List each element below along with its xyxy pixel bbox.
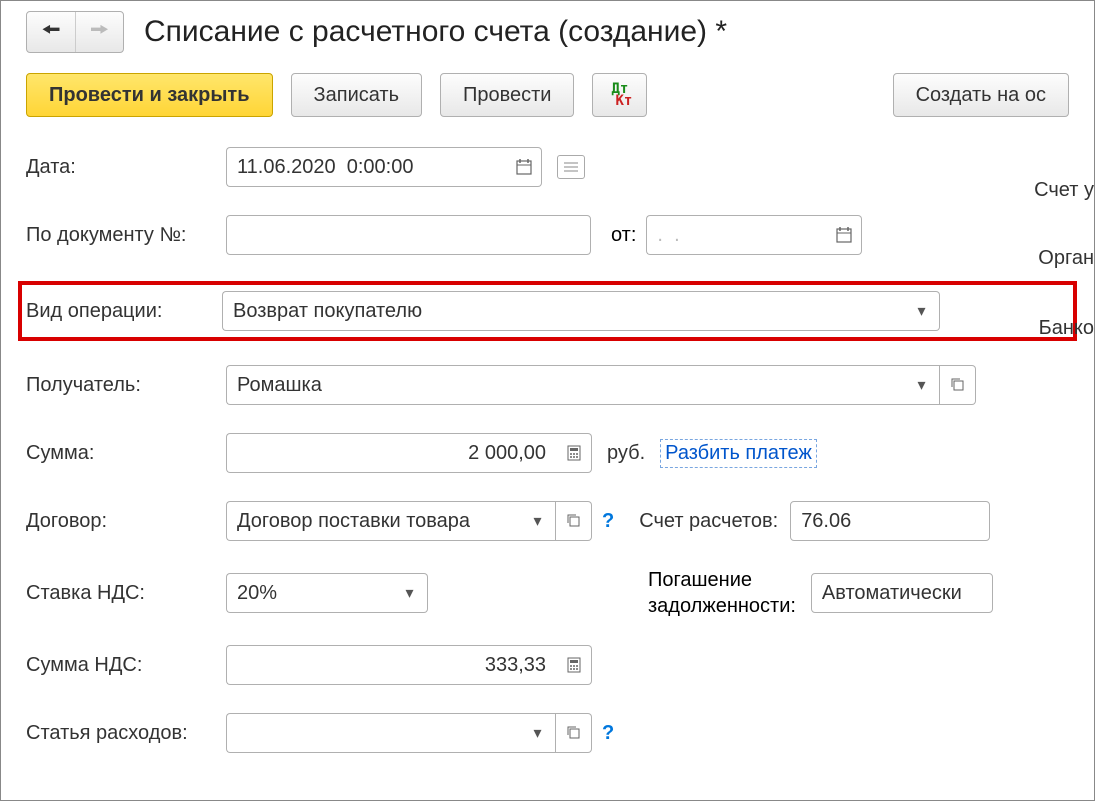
date-input[interactable] (226, 147, 506, 187)
org-label-cut: Орган (1038, 247, 1094, 270)
calendar-icon[interactable] (506, 147, 542, 187)
chevron-down-icon[interactable]: ▾ (392, 573, 428, 613)
recipient-field: ▾ (226, 365, 976, 405)
chevron-down-icon[interactable]: ▾ (904, 291, 940, 331)
vat-rate-field: ▾ (226, 573, 428, 613)
from-date-input[interactable] (646, 215, 826, 255)
open-icon[interactable] (556, 713, 592, 753)
help-icon[interactable]: ? (602, 722, 614, 745)
expense-item-row: Статья расходов: ▾ ? (26, 711, 1069, 755)
debt-repay-input[interactable] (811, 573, 993, 613)
post-button[interactable]: Провести (440, 73, 574, 117)
currency-label: руб. (607, 442, 645, 465)
split-payment-link[interactable]: Разбить платеж (660, 439, 817, 468)
settlement-acc-input[interactable] (790, 501, 990, 541)
expense-item-input[interactable] (226, 713, 520, 753)
settlement-acc-label: Счет расчетов: (639, 510, 778, 533)
account-label-cut: Счет у (1034, 179, 1094, 202)
list-icon[interactable] (557, 155, 585, 179)
contract-label: Договор: (26, 510, 226, 533)
doc-no-input[interactable] (226, 215, 591, 255)
calculator-icon[interactable] (556, 433, 592, 473)
vat-amount-input[interactable] (226, 645, 556, 685)
op-type-row: Вид операции: ▾ Банко (18, 281, 1077, 341)
op-type-label: Вид операции: (26, 300, 222, 323)
chevron-down-icon[interactable]: ▾ (904, 365, 940, 405)
expense-item-label: Статья расходов: (26, 722, 226, 745)
vat-amount-row: Сумма НДС: (26, 643, 1069, 687)
save-button[interactable]: Записать (291, 73, 422, 117)
date-label: Дата: (26, 156, 226, 179)
from-label: от: (611, 224, 636, 247)
amount-input[interactable] (226, 433, 556, 473)
post-and-close-button[interactable]: Провести и закрыть (26, 73, 273, 117)
calculator-icon[interactable] (556, 645, 592, 685)
page-title: Списание с расчетного счета (создание) * (144, 15, 727, 49)
doc-no-label: По документу №: (26, 224, 226, 247)
toolbar: Провести и закрыть Записать Провести ДтК… (1, 73, 1094, 145)
help-icon[interactable]: ? (602, 510, 614, 533)
amount-field (226, 433, 592, 473)
title-row: 🠘 🠚 Списание с расчетного счета (создани… (1, 11, 1094, 73)
forward-button[interactable]: 🠚 (75, 12, 123, 52)
op-type-input[interactable] (222, 291, 904, 331)
debt-repay-label: Погашение задолженности: (648, 567, 796, 619)
op-type-field: ▾ (222, 291, 940, 331)
doc-no-row: По документу №: от: Орган (26, 213, 1069, 257)
form: Дата: Счет у По документу №: от: (1, 145, 1094, 755)
vat-amount-field (226, 645, 592, 685)
back-button[interactable]: 🠘 (27, 12, 75, 52)
document-window: 🠘 🠚 Списание с расчетного счета (создани… (0, 0, 1095, 801)
recipient-row: Получатель: ▾ (26, 363, 1069, 407)
open-icon[interactable] (556, 501, 592, 541)
bank-label-cut: Банко (1039, 317, 1094, 340)
contract-row: Договор: ▾ ? Счет расчетов: (26, 499, 1069, 543)
date-field (226, 147, 542, 187)
nav-buttons: 🠘 🠚 (26, 11, 124, 53)
amount-label: Сумма: (26, 442, 226, 465)
contract-field: ▾ (226, 501, 592, 541)
dtkt-button[interactable]: ДтКт (592, 73, 647, 117)
recipient-input[interactable] (226, 365, 904, 405)
chevron-down-icon[interactable]: ▾ (520, 713, 556, 753)
dtkt-icon: ДтКт (607, 83, 632, 107)
date-row: Дата: Счет у (26, 145, 1069, 189)
from-date-field (646, 215, 862, 255)
recipient-label: Получатель: (26, 374, 226, 397)
expense-item-field: ▾ (226, 713, 592, 753)
amount-row: Сумма: руб. Разбить платеж (26, 431, 1069, 475)
create-based-button[interactable]: Создать на ос (893, 73, 1069, 117)
contract-input[interactable] (226, 501, 520, 541)
vat-rate-input[interactable] (226, 573, 392, 613)
vat-rate-row: Ставка НДС: ▾ Погашение задолженности: (26, 567, 1069, 619)
vat-amount-label: Сумма НДС: (26, 654, 226, 677)
chevron-down-icon[interactable]: ▾ (520, 501, 556, 541)
open-icon[interactable] (940, 365, 976, 405)
calendar-icon[interactable] (826, 215, 862, 255)
vat-rate-label: Ставка НДС: (26, 582, 226, 605)
